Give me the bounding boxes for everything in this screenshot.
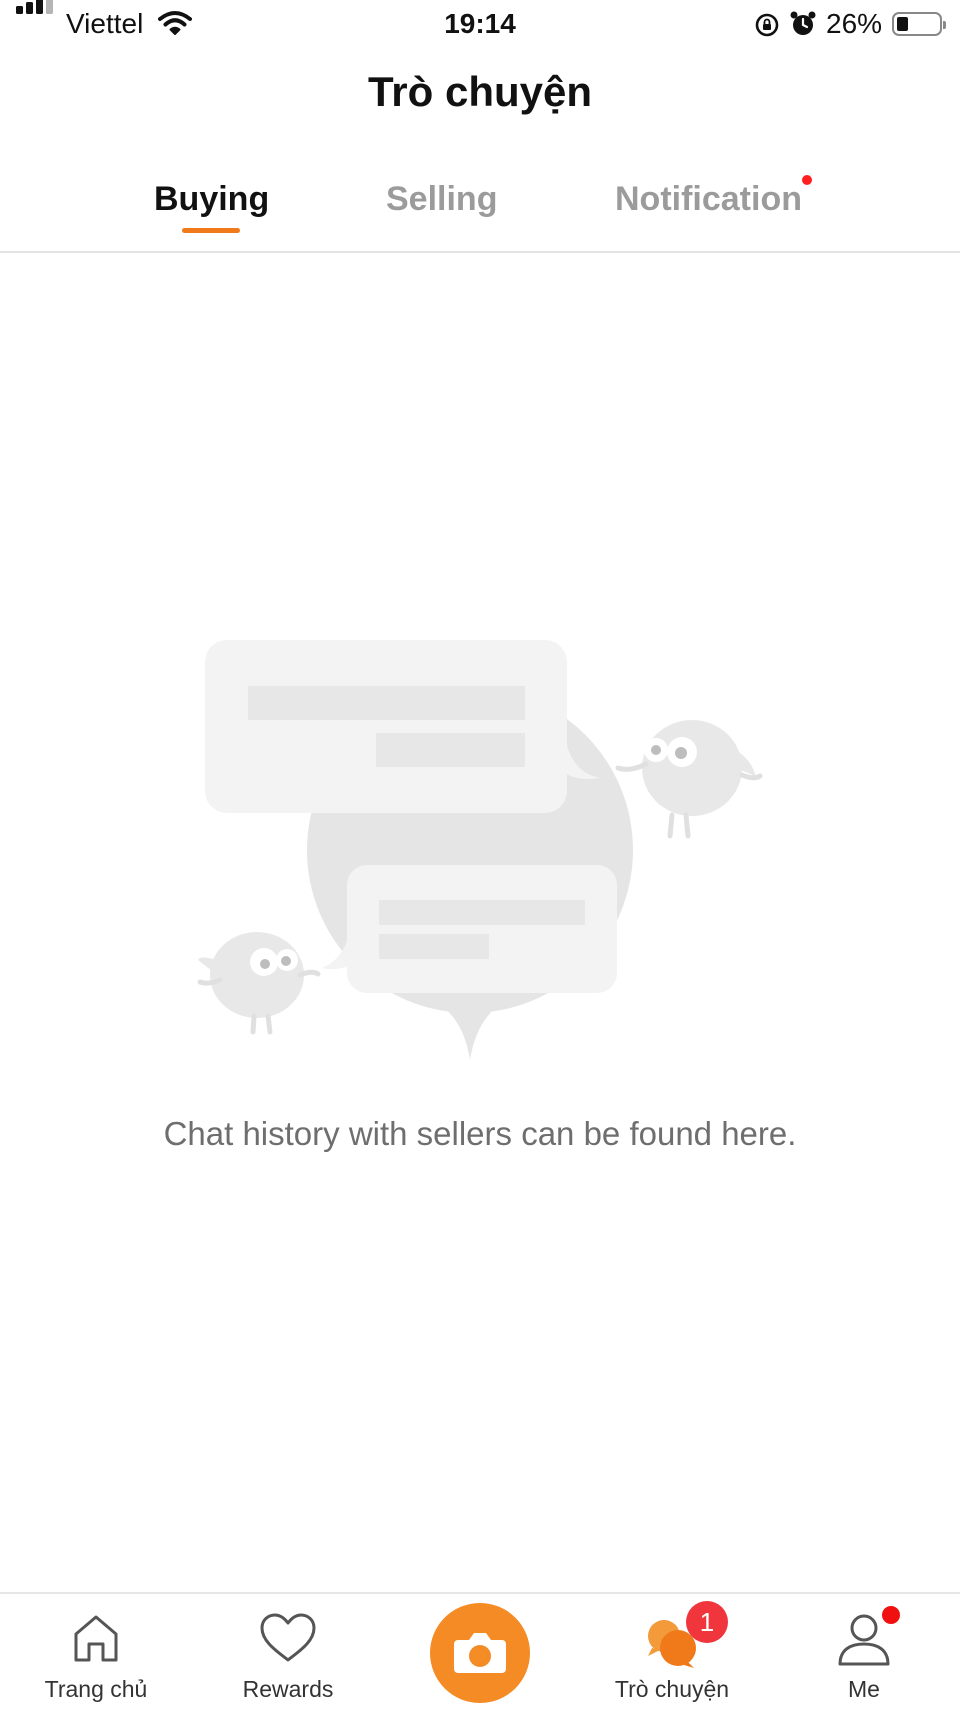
chat-bubbles-birds-illustration — [197, 640, 763, 1060]
chat-unread-badge: 1 — [686, 1601, 728, 1643]
nav-me[interactable]: Me — [768, 1594, 960, 1709]
tab-selling[interactable]: Selling — [386, 180, 497, 219]
nav-rewards-label: Rewards — [242, 1676, 334, 1702]
nav-rewards[interactable]: Rewards — [192, 1594, 384, 1709]
nav-home[interactable]: Trang chủ — [0, 1594, 192, 1709]
nav-chat[interactable]: Trò chuyện — [576, 1594, 768, 1709]
tab-divider — [0, 251, 960, 253]
empty-state-message: Chat history with sellers can be found h… — [163, 1115, 797, 1152]
heart-icon — [260, 1613, 316, 1662]
alarm-icon — [790, 11, 816, 35]
page-title: Trò chuyện — [367, 68, 593, 115]
clock-time: 19:14 — [444, 8, 516, 39]
tab-buying[interactable]: Buying — [154, 180, 269, 219]
active-tab-indicator — [182, 228, 240, 233]
camera-icon — [454, 1633, 506, 1673]
home-icon — [74, 1615, 118, 1662]
nav-chat-label: Trò chuyện — [614, 1676, 730, 1702]
notification-dot — [802, 175, 812, 185]
me-notification-dot — [882, 1606, 900, 1624]
rotation-lock-icon — [755, 13, 779, 37]
camera-button[interactable] — [430, 1603, 530, 1703]
battery-icon — [892, 12, 946, 36]
nav-home-label: Trang chủ — [44, 1676, 148, 1702]
status-bar: Viettel 19:14 26% — [0, 0, 960, 48]
battery-percentage: 26% — [826, 8, 883, 39]
nav-me-label: Me — [848, 1676, 880, 1702]
tab-notification[interactable]: Notification — [615, 180, 802, 219]
